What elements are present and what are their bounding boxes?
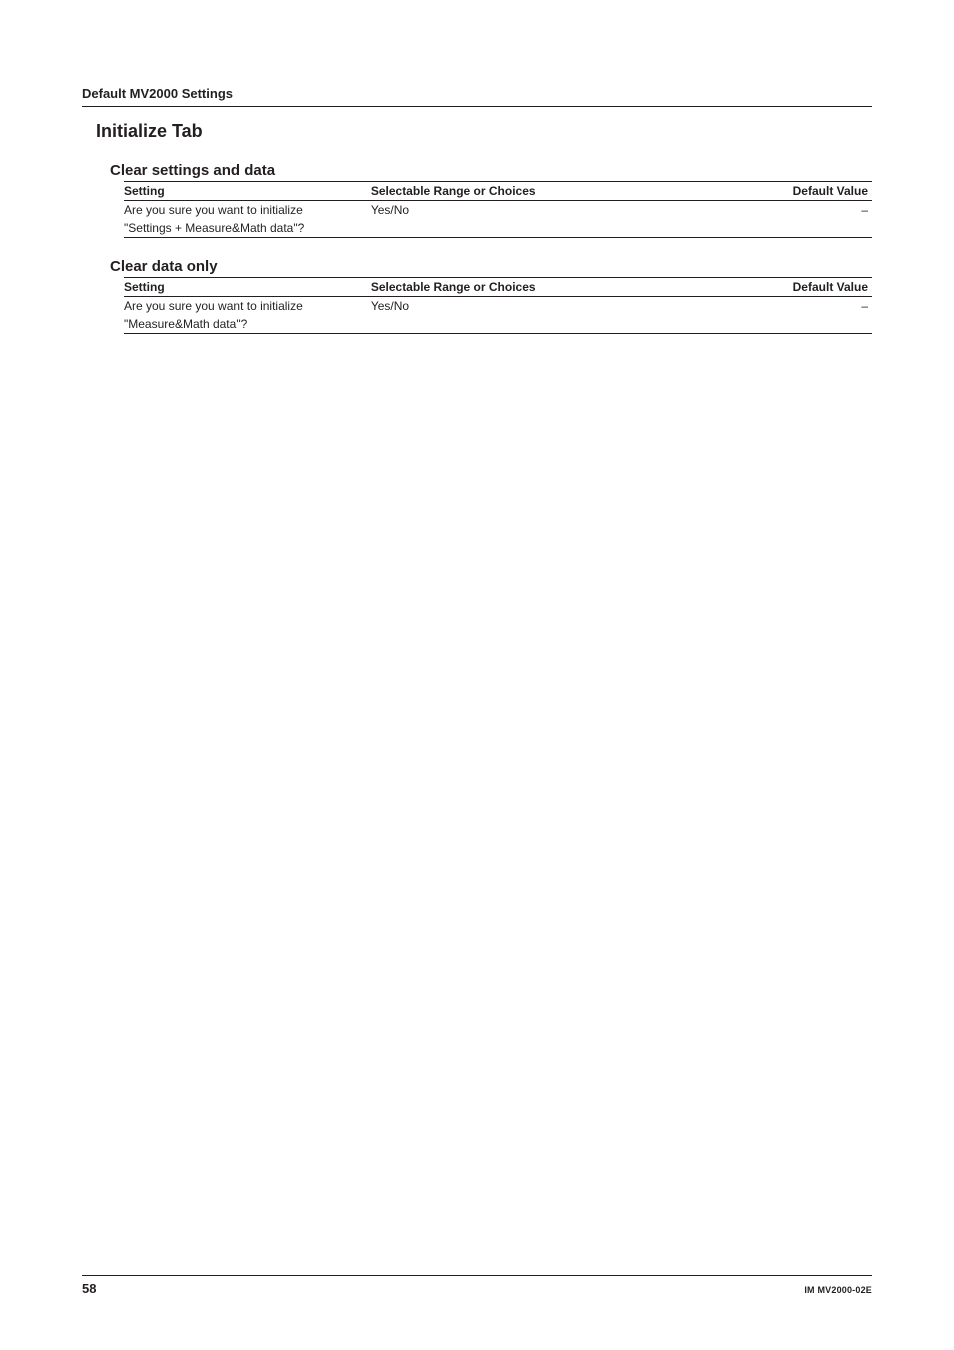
cell-default: – xyxy=(745,297,872,316)
table-clear-data-only: Setting Selectable Range or Choices Defa… xyxy=(124,277,872,334)
th-setting: Setting xyxy=(124,278,371,297)
section-heading-clear-data-only: Clear data only xyxy=(110,258,872,275)
page-footer: 58 IM MV2000-02E xyxy=(82,1275,872,1296)
table-clear-settings: Setting Selectable Range or Choices Defa… xyxy=(124,181,872,238)
cell-choices: Yes/No xyxy=(371,297,745,316)
cell-setting-l1: Are you sure you want to initialize xyxy=(124,297,371,316)
cell-empty xyxy=(745,219,872,238)
tab-title: Initialize Tab xyxy=(96,121,872,142)
th-default: Default Value xyxy=(745,278,872,297)
cell-setting-l1: Are you sure you want to initialize xyxy=(124,201,371,220)
table-row: "Measure&Math data"? xyxy=(124,315,872,334)
table-row: Are you sure you want to initialize Yes/… xyxy=(124,297,872,316)
section-heading-clear-settings: Clear settings and data xyxy=(110,162,872,179)
cell-setting-l2: "Settings + Measure&Math data"? xyxy=(124,219,371,238)
table-row: "Settings + Measure&Math data"? xyxy=(124,219,872,238)
cell-empty xyxy=(371,219,745,238)
table-row: Are you sure you want to initialize Yes/… xyxy=(124,201,872,220)
th-default: Default Value xyxy=(745,182,872,201)
running-header: Default MV2000 Settings xyxy=(82,86,872,107)
cell-setting-l2: "Measure&Math data"? xyxy=(124,315,371,334)
doc-id: IM MV2000-02E xyxy=(804,1285,872,1295)
th-setting: Setting xyxy=(124,182,371,201)
th-choices: Selectable Range or Choices xyxy=(371,278,745,297)
cell-empty xyxy=(745,315,872,334)
cell-default: – xyxy=(745,201,872,220)
th-choices: Selectable Range or Choices xyxy=(371,182,745,201)
cell-empty xyxy=(371,315,745,334)
cell-choices: Yes/No xyxy=(371,201,745,220)
page-number: 58 xyxy=(82,1281,96,1296)
